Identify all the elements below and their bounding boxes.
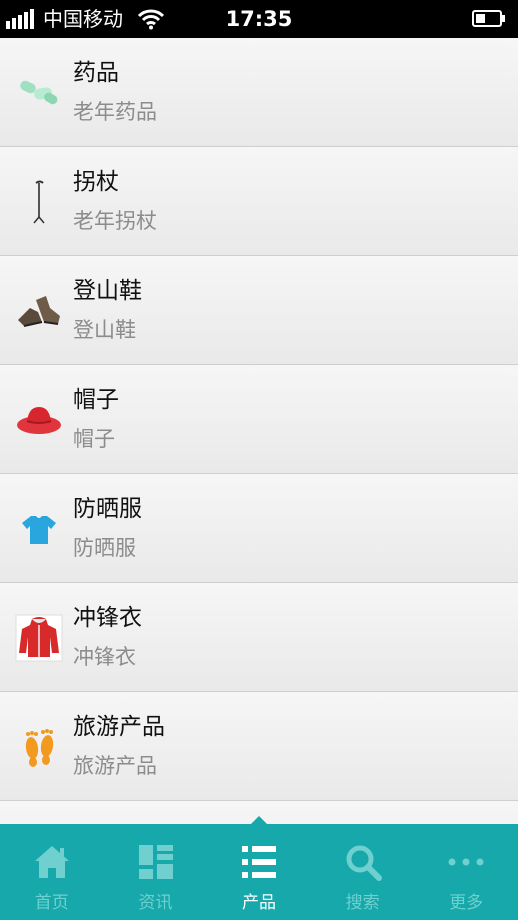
- battery-icon: [472, 10, 505, 27]
- tab-more[interactable]: 更多: [414, 824, 518, 920]
- tab-news[interactable]: 资讯: [104, 824, 208, 920]
- status-bar: 中国移动 17:35: [0, 0, 518, 38]
- item-subtitle: 帽子: [73, 427, 115, 451]
- item-subtitle: 防晒服: [73, 536, 136, 560]
- list-item-jacket[interactable]: 冲锋衣 冲锋衣: [0, 583, 518, 692]
- tab-label: 产品: [241, 893, 276, 913]
- item-subtitle: 老年药品: [73, 100, 157, 124]
- item-title: 防晒服: [73, 496, 142, 522]
- pills-icon: [20, 80, 58, 105]
- tab-search[interactable]: 搜索: [311, 824, 415, 920]
- item-subtitle: 旅游产品: [73, 754, 157, 778]
- item-title: 拐杖: [73, 169, 119, 195]
- list-item-hat[interactable]: 帽子 帽子: [0, 365, 518, 474]
- item-title: 药品: [73, 60, 119, 86]
- list-item-hiking-boots[interactable]: 登山鞋 登山鞋: [0, 256, 518, 365]
- walking-cane-icon: [33, 180, 45, 224]
- hiking-boots-icon: [18, 296, 60, 327]
- tshirt-icon: [22, 516, 56, 544]
- tab-label: 资讯: [138, 893, 173, 913]
- bottom-tab-bar: 首页 资讯 产品 搜索 更多: [0, 816, 518, 920]
- active-tab-pointer: [251, 816, 267, 824]
- item-title: 旅游产品: [73, 714, 165, 740]
- tab-label: 首页: [34, 893, 69, 913]
- item-subtitle: 老年拐杖: [73, 209, 157, 233]
- item-title: 登山鞋: [73, 278, 142, 304]
- jacket-icon: [15, 614, 63, 662]
- item-title: 帽子: [73, 387, 119, 413]
- list-item-medicine[interactable]: 药品 老年药品: [0, 38, 518, 147]
- tab-label: 搜索: [345, 893, 380, 913]
- list-icon: [242, 846, 277, 878]
- more-dots-icon: [448, 858, 484, 866]
- tab-products[interactable]: 产品: [207, 824, 311, 920]
- status-time: 17:35: [225, 7, 293, 31]
- search-icon: [346, 845, 382, 881]
- tab-label: 更多: [449, 893, 484, 913]
- news-grid-icon: [138, 845, 173, 879]
- list-item-cane[interactable]: 拐杖 老年拐杖: [0, 147, 518, 256]
- red-hat-icon: [17, 407, 61, 434]
- list-item-sun-protection-clothing[interactable]: 防晒服 防晒服: [0, 474, 518, 583]
- item-subtitle: 登山鞋: [73, 318, 136, 342]
- list-item-travel-products[interactable]: 旅游产品 旅游产品: [0, 692, 518, 801]
- footprints-icon: [25, 729, 54, 767]
- home-icon: [35, 846, 69, 878]
- tab-home[interactable]: 首页: [0, 824, 104, 920]
- item-subtitle: 冲锋衣: [73, 645, 136, 669]
- product-list: 药品 老年药品 拐杖 老年拐杖 登山鞋 登山鞋 帽子 帽子 防晒服 防晒服 冲锋…: [0, 38, 518, 824]
- item-title: 冲锋衣: [73, 605, 142, 631]
